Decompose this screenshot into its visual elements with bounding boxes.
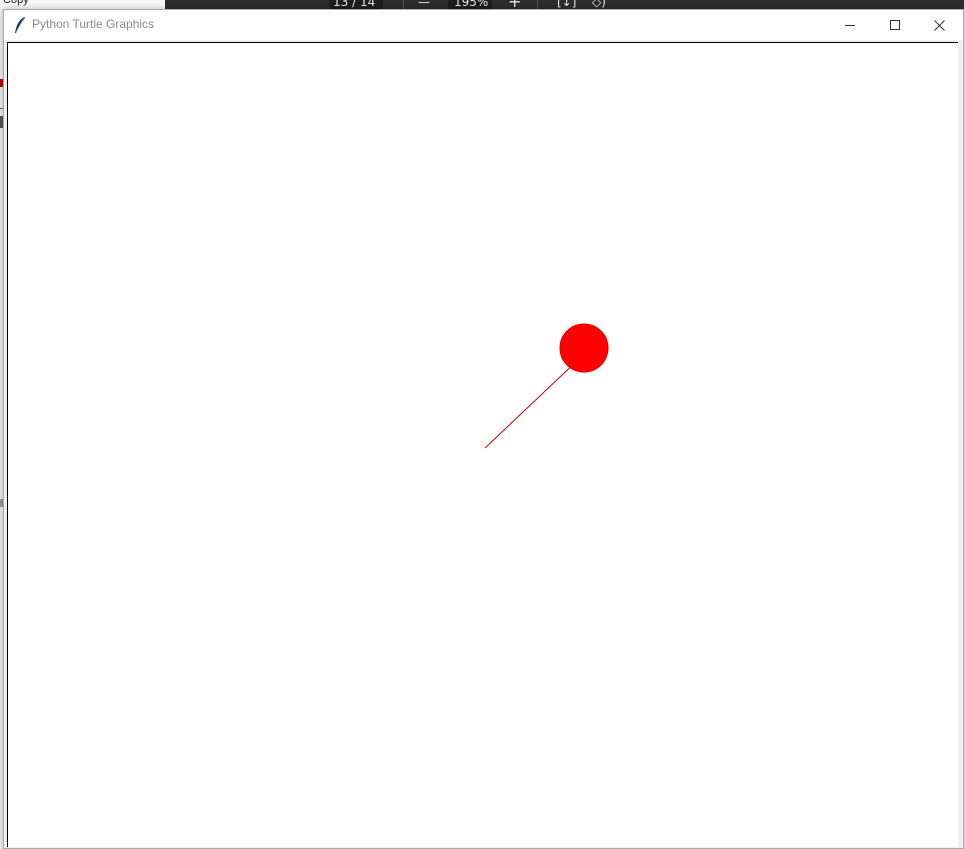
turtle-path-line — [484, 358, 580, 449]
feather-icon — [15, 16, 25, 33]
plus-icon[interactable]: + — [508, 0, 521, 9]
page-indicator[interactable]: 13 / 14 — [329, 0, 383, 9]
turtle-window: Python Turtle Graphics — [3, 9, 964, 849]
close-icon — [934, 19, 945, 31]
background-left-pane: Copy — [0, 0, 166, 9]
minimize-icon — [844, 25, 855, 26]
minus-icon[interactable]: — — [418, 0, 430, 9]
turtle-dot — [559, 323, 609, 373]
fit-page-icon[interactable]: [↕] — [557, 0, 576, 9]
zoom-level[interactable]: 195% — [448, 0, 492, 9]
title-bar[interactable]: Python Turtle Graphics — [4, 10, 963, 40]
close-button[interactable] — [917, 10, 962, 40]
toolbar-divider — [537, 0, 538, 9]
maximize-icon — [889, 20, 900, 30]
turtle-canvas[interactable] — [8, 43, 959, 848]
background-text-fragment: Copy — [0, 0, 29, 6]
rotate-icon[interactable]: ◇) — [592, 0, 606, 9]
toolbar-divider — [403, 0, 404, 9]
minimize-button[interactable] — [827, 10, 872, 40]
background-pdf-toolbar: 13 / 14 — 195% + [↕] ◇) — [165, 0, 964, 9]
maximize-button[interactable] — [872, 10, 917, 40]
window-title: Python Turtle Graphics — [32, 17, 155, 31]
turtle-canvas-frame — [7, 42, 958, 847]
